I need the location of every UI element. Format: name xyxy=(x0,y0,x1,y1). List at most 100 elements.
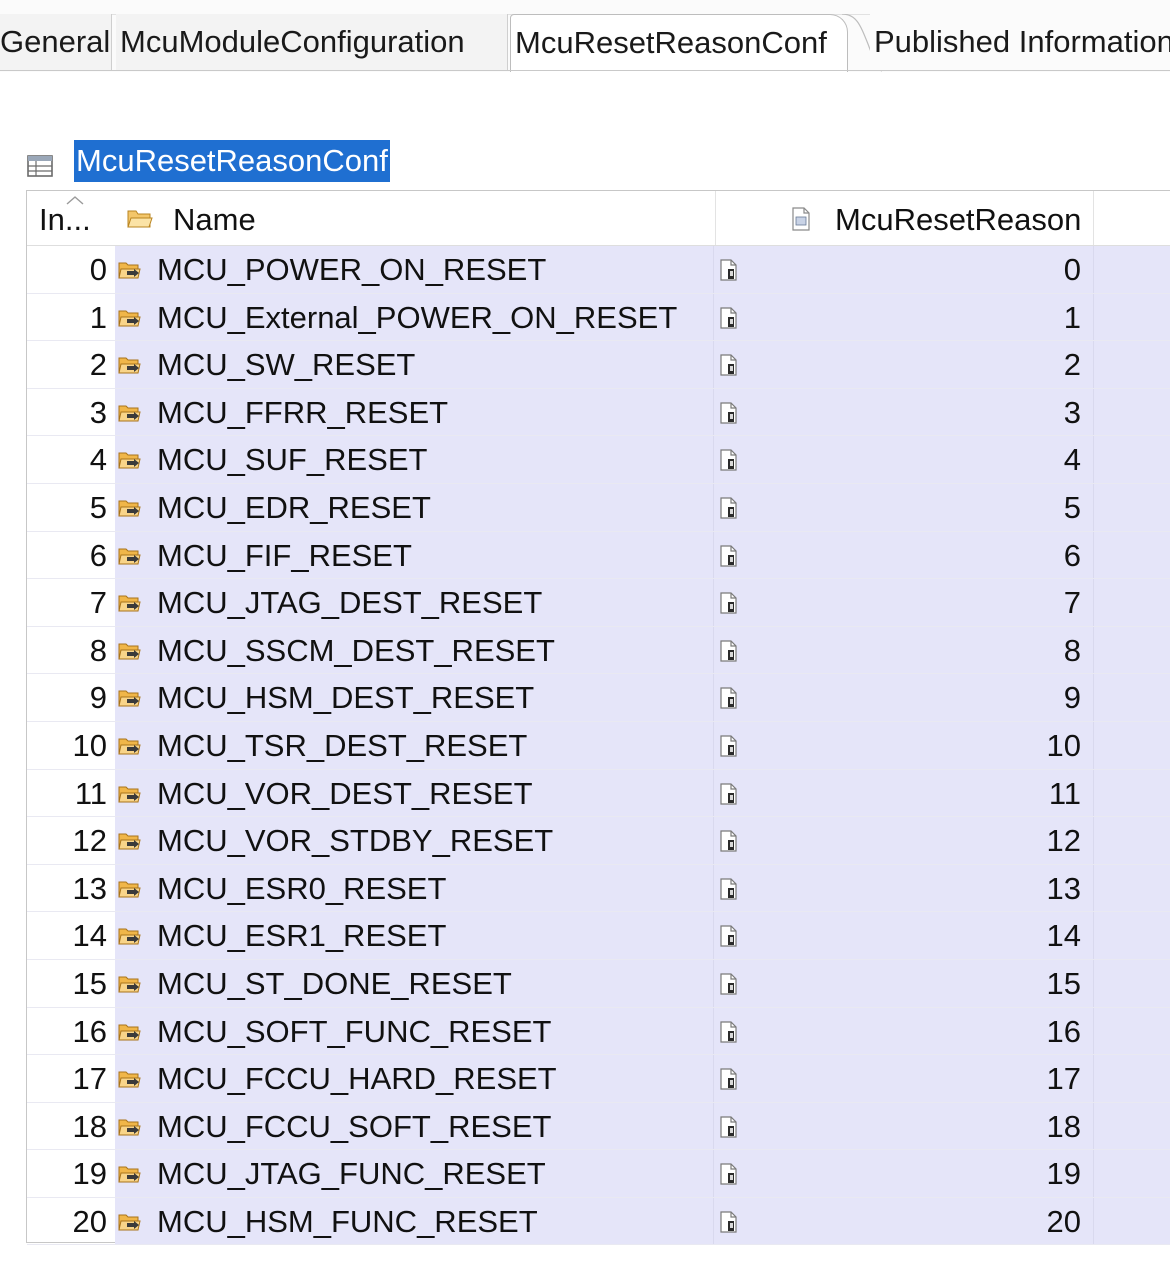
tab-mcu-reset-reason-conf[interactable]: McuResetReasonConf xyxy=(510,14,848,72)
folder-arrow-icon xyxy=(118,452,141,469)
row-index: 1 xyxy=(89,299,107,335)
row-index: 10 xyxy=(72,727,107,763)
column-divider xyxy=(713,1055,714,1102)
table-row[interactable]: 7 MCU_JTAG_DEST_RESET 7 xyxy=(27,579,1170,627)
table-row[interactable]: 14 MCU_ESR1_RESET 14 xyxy=(27,912,1170,960)
table-row[interactable]: 9 MCU_HSM_DEST_RESET 9 xyxy=(27,674,1170,722)
column-divider xyxy=(1093,246,1094,293)
row-reset-reason-value[interactable]: 15 xyxy=(727,960,1081,1007)
column-divider xyxy=(713,1150,714,1197)
column-header-mcu-reset-reason[interactable]: McuResetReason xyxy=(715,191,1094,245)
row-reset-reason-value[interactable]: 7 xyxy=(727,579,1081,626)
folder-arrow-icon xyxy=(118,357,141,374)
column-divider xyxy=(1093,912,1094,959)
column-header-reason-label: McuResetReason xyxy=(835,202,1082,237)
column-header-name-label: Name xyxy=(173,202,256,237)
column-header-index[interactable]: In... xyxy=(39,191,115,245)
table-row[interactable]: 18 MCU_FCCU_SOFT_RESET 18 xyxy=(27,1102,1170,1151)
column-divider xyxy=(1093,674,1094,721)
table-row[interactable]: 15 MCU_ST_DONE_RESET 15 xyxy=(27,959,1170,1008)
row-reset-reason-value[interactable]: 6 xyxy=(727,532,1081,579)
column-divider xyxy=(713,388,714,436)
column-divider xyxy=(1093,1150,1094,1197)
row-reset-reason-value[interactable]: 17 xyxy=(727,1055,1081,1102)
row-reset-reason-value[interactable]: 5 xyxy=(727,484,1081,531)
column-divider xyxy=(1093,531,1094,579)
row-index: 20 xyxy=(72,1203,107,1239)
row-reset-reason-value[interactable]: 2 xyxy=(727,341,1081,388)
table-body: 0 MCU_POWER_ON_RESET 0 1 MCU_External_PO… xyxy=(27,246,1170,1246)
folder-arrow-icon xyxy=(118,738,141,755)
row-index: 6 xyxy=(89,537,107,573)
tab-mcu-module-configuration[interactable]: McuModuleConfiguration xyxy=(116,14,508,70)
row-index: 19 xyxy=(72,1156,107,1192)
row-index: 14 xyxy=(72,918,107,954)
row-reset-reason-value[interactable]: 19 xyxy=(727,1150,1081,1197)
column-divider xyxy=(1093,436,1094,483)
column-divider xyxy=(1093,769,1094,817)
table-row[interactable]: 13 MCU_ESR0_RESET 13 xyxy=(27,864,1170,913)
column-divider xyxy=(713,864,714,912)
row-index: 3 xyxy=(89,394,107,430)
row-name: MCU_VOR_STDBY_RESET xyxy=(157,823,554,859)
folder-arrow-icon xyxy=(118,643,141,660)
table-row[interactable]: 3 MCU_FFRR_RESET 3 xyxy=(27,388,1170,437)
section-title[interactable]: McuResetReasonConf xyxy=(74,140,390,182)
row-reset-reason-value[interactable]: 12 xyxy=(727,817,1081,864)
row-index: 4 xyxy=(89,442,107,478)
table-row[interactable]: 12 MCU_VOR_STDBY_RESET 12 xyxy=(27,817,1170,865)
folder-arrow-icon xyxy=(118,405,141,422)
column-divider xyxy=(713,1007,714,1055)
row-index: 8 xyxy=(89,632,107,668)
table-row[interactable]: 6 MCU_FIF_RESET 6 xyxy=(27,531,1170,580)
column-divider xyxy=(713,1102,714,1150)
row-reset-reason-value[interactable]: 0 xyxy=(727,246,1081,293)
table-row[interactable]: 5 MCU_EDR_RESET 5 xyxy=(27,483,1170,532)
row-reset-reason-value[interactable]: 16 xyxy=(727,1008,1081,1055)
row-index: 9 xyxy=(89,680,107,716)
row-index: 18 xyxy=(72,1108,107,1144)
row-reset-reason-value[interactable]: 8 xyxy=(727,627,1081,674)
tab-general[interactable]: General xyxy=(0,14,112,70)
table-row[interactable]: 20 MCU_HSM_FUNC_RESET 20 xyxy=(27,1197,1170,1246)
column-divider xyxy=(1093,1007,1094,1055)
column-header-name[interactable]: Name xyxy=(115,191,716,245)
table-row[interactable]: 2 MCU_SW_RESET 2 xyxy=(27,341,1170,389)
table-row[interactable]: 17 MCU_FCCU_HARD_RESET 17 xyxy=(27,1055,1170,1103)
row-reset-reason-value[interactable]: 18 xyxy=(727,1103,1081,1150)
row-index: 15 xyxy=(72,965,107,1001)
table-row[interactable]: 0 MCU_POWER_ON_RESET 0 xyxy=(27,246,1170,294)
table-row[interactable]: 1 MCU_External_POWER_ON_RESET 1 xyxy=(27,293,1170,342)
table-row[interactable]: 4 MCU_SUF_RESET 4 xyxy=(27,436,1170,484)
folder-arrow-icon xyxy=(118,786,141,803)
tab-published-information[interactable]: Published Information xyxy=(870,14,1170,70)
row-reset-reason-value[interactable]: 14 xyxy=(727,912,1081,959)
row-index: 12 xyxy=(72,823,107,859)
row-reset-reason-value[interactable]: 4 xyxy=(727,436,1081,483)
row-reset-reason-value[interactable]: 20 xyxy=(727,1198,1081,1245)
row-index: 16 xyxy=(72,1013,107,1049)
folder-arrow-icon xyxy=(118,928,141,945)
table-row[interactable]: 19 MCU_JTAG_FUNC_RESET 19 xyxy=(27,1150,1170,1198)
row-name: MCU_SOFT_FUNC_RESET xyxy=(157,1013,552,1049)
row-name: MCU_ESR0_RESET xyxy=(157,870,447,906)
column-divider xyxy=(1093,626,1094,674)
folder-arrow-icon xyxy=(118,1119,141,1136)
row-reset-reason-value[interactable]: 10 xyxy=(727,722,1081,769)
folder-arrow-icon xyxy=(118,833,141,850)
column-divider xyxy=(1093,483,1094,531)
folder-arrow-icon xyxy=(118,690,141,707)
row-reset-reason-value[interactable]: 9 xyxy=(727,674,1081,721)
table-row[interactable]: 10 MCU_TSR_DEST_RESET 10 xyxy=(27,721,1170,770)
column-divider xyxy=(1093,293,1094,341)
table-row[interactable]: 8 MCU_SSCM_DEST_RESET 8 xyxy=(27,626,1170,675)
row-name: MCU_FIF_RESET xyxy=(157,537,412,573)
row-reset-reason-value[interactable]: 11 xyxy=(727,770,1081,817)
row-reset-reason-value[interactable]: 3 xyxy=(727,389,1081,436)
row-reset-reason-value[interactable]: 13 xyxy=(727,865,1081,912)
table-row[interactable]: 11 MCU_VOR_DEST_RESET 11 xyxy=(27,769,1170,818)
column-divider xyxy=(713,817,714,864)
row-reset-reason-value[interactable]: 1 xyxy=(727,294,1081,341)
table-row[interactable]: 16 MCU_SOFT_FUNC_RESET 16 xyxy=(27,1007,1170,1056)
column-divider xyxy=(713,246,714,293)
